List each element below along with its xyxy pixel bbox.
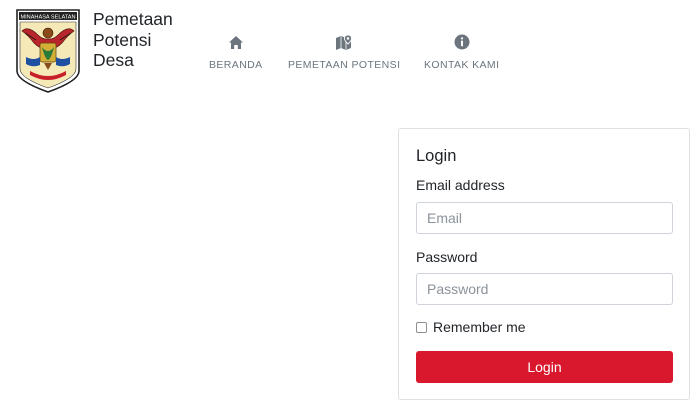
site-title[interactable]: Pemetaan Potensi Desa (93, 9, 203, 71)
site-title-line: Potensi (93, 29, 152, 50)
logo[interactable]: MINAHASA SELATAN (16, 9, 80, 93)
login-title: Login (416, 147, 457, 165)
nav-label: KONTAK KAMI (424, 59, 500, 71)
password-field[interactable] (416, 273, 673, 305)
password-label: Password (416, 249, 478, 265)
nav-label: PEMETAAN POTENSI (288, 59, 401, 71)
logo-text: MINAHASA SELATAN (20, 14, 75, 20)
home-icon (226, 32, 246, 52)
site-title-line: Desa (93, 50, 134, 70)
map-marker-icon (334, 32, 354, 52)
login-button[interactable]: Login (416, 351, 673, 383)
remember-checkbox[interactable] (416, 321, 427, 333)
email-label: Email address (416, 177, 505, 193)
nav-item-kontak-kami[interactable]: KONTAK KAMI (424, 32, 499, 71)
remember-label: Remember me (433, 319, 526, 335)
nav-item-pemetaan-potensi[interactable]: PEMETAAN POTENSI (288, 32, 400, 71)
info-icon (452, 32, 472, 52)
email-field[interactable] (416, 202, 673, 234)
nav-label: BERANDA (209, 59, 263, 71)
site-header: MINAHASA SELATAN Pemetaan Potensi Desa B… (0, 0, 694, 100)
nav-item-beranda[interactable]: BERANDA (209, 32, 263, 71)
remember-me[interactable]: Remember me (416, 319, 526, 335)
site-title-line: Pemetaan (93, 9, 173, 29)
